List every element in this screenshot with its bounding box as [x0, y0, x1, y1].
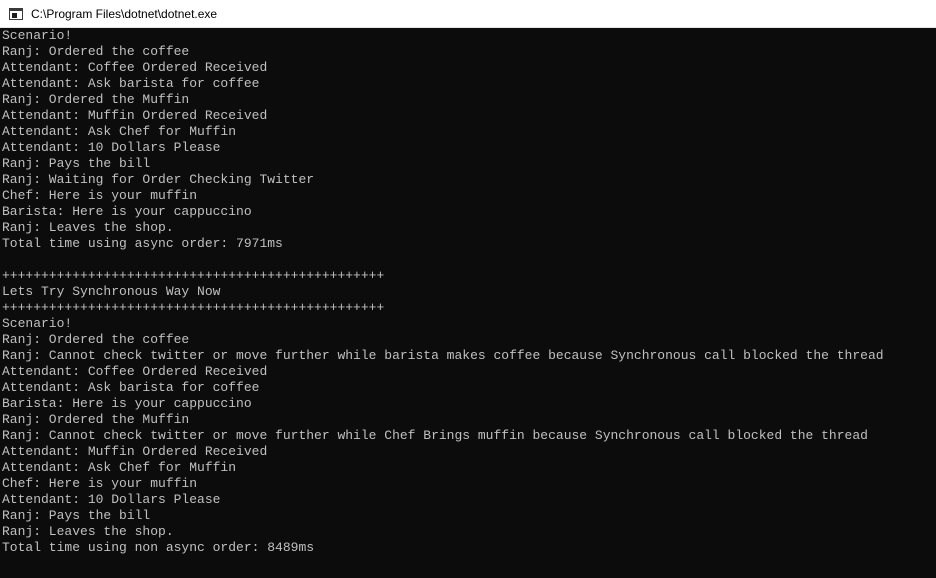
console-line: Lets Try Synchronous Way Now: [2, 284, 221, 299]
console-app-icon[interactable]: [9, 7, 23, 20]
console-line: Attendant: Coffee Ordered Received: [2, 60, 268, 75]
console-line: ++++++++++++++++++++++++++++++++++++++++…: [2, 300, 385, 315]
console-output[interactable]: Scenario! Ranj: Ordered the coffee Attenda…: [0, 28, 936, 578]
console-line: Scenario!: [2, 28, 73, 43]
title-bar[interactable]: C:\Program Files\dotnet\dotnet.exe: [0, 0, 936, 28]
console-line: Attendant: 10 Dollars Please: [2, 492, 221, 507]
console-line: Ranj: Pays the bill: [2, 156, 151, 171]
console-line: Chef: Here is your muffin: [2, 188, 198, 203]
console-line: Attendant: Coffee Ordered Received: [2, 364, 268, 379]
console-line: Total time using async order: 7971ms: [2, 236, 283, 251]
console-line: Ranj: Leaves the shop.: [2, 220, 174, 235]
console-line: Attendant: Ask Chef for Muffin: [2, 460, 237, 475]
console-line: Ranj: Ordered the Muffin: [2, 412, 190, 427]
console-line: Ranj: Waiting for Order Checking Twitter: [2, 172, 315, 187]
console-line: Ranj: Ordered the Muffin: [2, 92, 190, 107]
console-line: Attendant: Muffin Ordered Received: [2, 444, 268, 459]
console-line: Ranj: Cannot check twitter or move furth…: [2, 348, 884, 363]
console-line: Chef: Here is your muffin: [2, 476, 198, 491]
console-line: Total time using non async order: 8489ms: [2, 540, 315, 555]
console-window: C:\Program Files\dotnet\dotnet.exe Scena…: [0, 0, 936, 578]
console-line: Ranj: Pays the bill: [2, 508, 151, 523]
console-line: ++++++++++++++++++++++++++++++++++++++++…: [2, 268, 385, 283]
console-line: Ranj: Leaves the shop.: [2, 524, 174, 539]
console-line: Attendant: Ask barista for coffee: [2, 76, 260, 91]
console-line: Scenario!: [2, 316, 73, 331]
console-line: Attendant: Ask Chef for Muffin: [2, 124, 237, 139]
window-title: C:\Program Files\dotnet\dotnet.exe: [31, 6, 218, 21]
console-line: Ranj: Ordered the coffee: [2, 44, 190, 59]
console-line: Attendant: Muffin Ordered Received: [2, 108, 268, 123]
console-line: Attendant: Ask barista for coffee: [2, 380, 260, 395]
console-line: Ranj: Cannot check twitter or move furth…: [2, 428, 868, 443]
console-line: Barista: Here is your cappuccino: [2, 396, 252, 411]
console-line: Attendant: 10 Dollars Please: [2, 140, 221, 155]
console-line: Barista: Here is your cappuccino: [2, 204, 252, 219]
console-line: Ranj: Ordered the coffee: [2, 332, 190, 347]
